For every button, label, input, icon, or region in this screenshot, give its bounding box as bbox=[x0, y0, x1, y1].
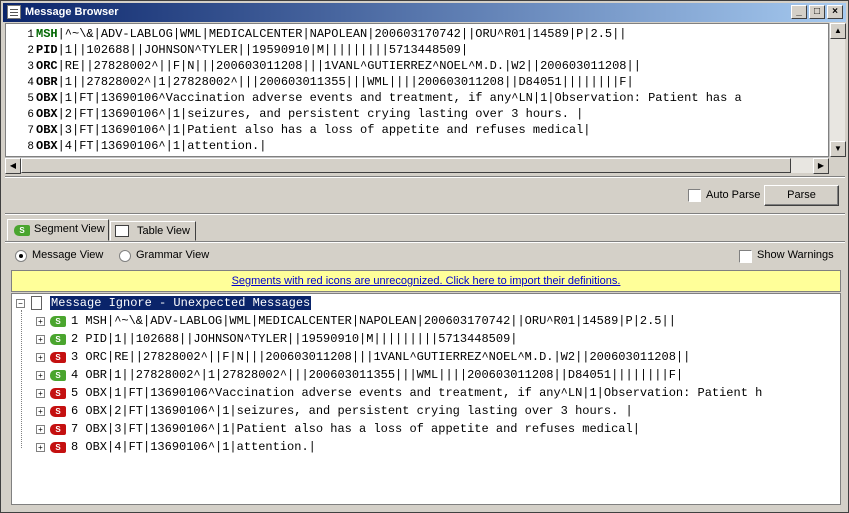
editor-vertical-scrollbar[interactable]: ▲ ▼ bbox=[829, 23, 846, 157]
segment-fields: |3|FT|13690106^|1|Patient also has a los… bbox=[57, 123, 591, 137]
segment-fields: |^~\&|ADV-LABLOG|WML|MEDICALCENTER|NAPOL… bbox=[57, 27, 627, 41]
tree-root[interactable]: Message Ignore - Unexpected Messages bbox=[50, 294, 312, 312]
segment-name: ORC bbox=[36, 59, 58, 73]
editor-line[interactable]: 5 OBX|1|FT|13690106^Vaccination adverse e… bbox=[6, 90, 742, 106]
tree-segment-row[interactable]: 4 OBR|1||27828002^|1|27828002^|||2006030… bbox=[71, 366, 683, 384]
expand-toggle-icon[interactable]: + bbox=[36, 317, 45, 326]
editor-line[interactable]: 7 OBX|3|FT|13690106^|1|Patient also has a… bbox=[6, 122, 591, 138]
segment-fields: |RE||27828002^||F|N|||200603011208|||1VA… bbox=[57, 59, 641, 73]
segment-view-icon: S bbox=[14, 225, 30, 236]
unrecognized-segment-icon: S bbox=[50, 424, 66, 435]
line-number: 3 bbox=[27, 61, 34, 73]
auto-parse-checkbox[interactable] bbox=[688, 189, 701, 202]
app-icon bbox=[7, 5, 21, 19]
unrecognized-segments-banner[interactable]: Segments with red icons are unrecognized… bbox=[11, 270, 841, 292]
close-button[interactable]: × bbox=[827, 5, 843, 19]
segment-name: OBR bbox=[36, 75, 58, 89]
segment-name: MSH bbox=[36, 27, 58, 41]
unrecognized-segment-icon: S bbox=[50, 352, 66, 363]
collapse-toggle-icon[interactable]: − bbox=[16, 299, 25, 308]
segment-name: OBX bbox=[36, 139, 58, 153]
parse-button-label: Parse bbox=[787, 189, 816, 201]
show-warnings-label: Show Warnings bbox=[757, 249, 834, 261]
parse-button[interactable]: Parse bbox=[764, 185, 839, 206]
line-number: 1 bbox=[27, 29, 34, 41]
unrecognized-segment-icon: S bbox=[50, 406, 66, 417]
message-document-icon bbox=[31, 296, 42, 310]
maximize-button[interactable]: □ bbox=[809, 5, 825, 19]
recognized-segment-icon: S bbox=[50, 316, 66, 327]
recognized-segment-icon: S bbox=[50, 334, 66, 345]
horizontal-scroll-thumb[interactable] bbox=[21, 158, 791, 173]
auto-parse-label: Auto Parse bbox=[706, 189, 761, 201]
tree-segment-row[interactable]: 1 MSH|^~\&|ADV-LABLOG|WML|MEDICALCENTER|… bbox=[71, 312, 676, 330]
tab-strip-line bbox=[5, 241, 845, 243]
message-view-label: Message View bbox=[32, 249, 104, 261]
expand-toggle-icon[interactable]: + bbox=[36, 425, 45, 434]
tree-guide-line bbox=[21, 310, 22, 448]
message-browser-window: Message Browser _ □ × 1 MSH|^~\&|ADV-LABL… bbox=[0, 0, 849, 513]
editor-line[interactable]: 4 OBR|1||27828002^|1|27828002^|||20060301… bbox=[6, 74, 634, 90]
line-number: 7 bbox=[27, 125, 34, 137]
grammar-view-label: Grammar View bbox=[136, 249, 210, 261]
table-view-icon bbox=[115, 225, 129, 237]
segment-fields: |2|FT|13690106^|1|seizures, and persiste… bbox=[57, 107, 584, 121]
segment-name: OBX bbox=[36, 107, 58, 121]
scroll-up-arrow-icon[interactable]: ▲ bbox=[830, 23, 846, 39]
tree-segment-row[interactable]: 2 PID|1||102688||JOHNSON^TYLER||19590910… bbox=[71, 330, 517, 348]
tree-segment-row[interactable]: 3 ORC|RE||27828002^||F|N|||200603011208|… bbox=[71, 348, 690, 366]
scroll-left-arrow-icon[interactable]: ◀ bbox=[5, 158, 21, 174]
expand-toggle-icon[interactable]: + bbox=[36, 443, 45, 452]
editor-line[interactable]: 8 OBX|4|FT|13690106^|1|attention.| bbox=[6, 138, 266, 154]
divider bbox=[5, 176, 845, 178]
segment-fields: |1||27828002^|1|27828002^|||200603011355… bbox=[57, 75, 634, 89]
unrecognized-segment-icon: S bbox=[50, 442, 66, 453]
tab-table-view-label: Table View bbox=[137, 225, 190, 237]
editor-horizontal-scrollbar[interactable]: ◀ ▶ bbox=[5, 157, 829, 174]
segment-tree[interactable]: − Message Ignore - Unexpected Messages +… bbox=[11, 293, 841, 505]
expand-toggle-icon[interactable]: + bbox=[36, 389, 45, 398]
recognized-segment-icon: S bbox=[50, 370, 66, 381]
tree-root-label: Message Ignore - Unexpected Messages bbox=[50, 296, 312, 310]
line-number: 2 bbox=[27, 45, 34, 57]
tree-segment-row[interactable]: 8 OBX|4|FT|13690106^|1|attention.| bbox=[71, 438, 316, 456]
expand-toggle-icon[interactable]: + bbox=[36, 353, 45, 362]
editor-line[interactable]: 1 MSH|^~\&|ADV-LABLOG|WML|MEDICALCENTER|N… bbox=[6, 26, 627, 42]
tree-segment-row[interactable]: 5 OBX|1|FT|13690106^Vaccination adverse … bbox=[71, 384, 762, 402]
segment-fields: |4|FT|13690106^|1|attention.| bbox=[57, 139, 267, 153]
tree-segment-row[interactable]: 7 OBX|3|FT|13690106^|1|Patient also has … bbox=[71, 420, 640, 438]
scroll-down-arrow-icon[interactable]: ▼ bbox=[830, 141, 846, 157]
segment-fields: |1||102688||JOHNSON^TYLER||19590910|M|||… bbox=[57, 43, 469, 57]
tree-segment-row[interactable]: 6 OBX|2|FT|13690106^|1|seizures, and per… bbox=[71, 402, 633, 420]
window-title: Message Browser bbox=[25, 6, 119, 18]
banner-link[interactable]: Segments with red icons are unrecognized… bbox=[232, 275, 621, 287]
line-number: 6 bbox=[27, 109, 34, 121]
grammar-view-radio[interactable] bbox=[119, 250, 131, 262]
minimize-button[interactable]: _ bbox=[791, 5, 807, 19]
expand-toggle-icon[interactable]: + bbox=[36, 371, 45, 380]
segment-name: OBX bbox=[36, 91, 58, 105]
segment-name: OBX bbox=[36, 123, 58, 137]
scroll-right-arrow-icon[interactable]: ▶ bbox=[813, 158, 829, 174]
show-warnings-checkbox[interactable] bbox=[739, 250, 752, 263]
expand-toggle-icon[interactable]: + bbox=[36, 335, 45, 344]
editor-line[interactable]: 2 PID|1||102688||JOHNSON^TYLER||19590910|… bbox=[6, 42, 468, 58]
tab-segment-view[interactable]: S Segment View bbox=[7, 219, 109, 241]
line-number: 8 bbox=[27, 141, 34, 153]
tab-table-view[interactable]: Table View bbox=[110, 221, 196, 241]
segment-fields: |1|FT|13690106^Vaccination adverse event… bbox=[57, 91, 742, 105]
expand-toggle-icon[interactable]: + bbox=[36, 407, 45, 416]
tab-segment-view-label: Segment View bbox=[34, 223, 105, 235]
message-view-radio[interactable] bbox=[15, 250, 27, 262]
title-bar[interactable]: Message Browser _ □ × bbox=[3, 3, 846, 22]
line-number: 5 bbox=[27, 93, 34, 105]
editor-line[interactable]: 6 OBX|2|FT|13690106^|1|seizures, and pers… bbox=[6, 106, 583, 122]
line-number: 4 bbox=[27, 77, 34, 89]
message-text-editor[interactable]: 1 MSH|^~\&|ADV-LABLOG|WML|MEDICALCENTER|N… bbox=[5, 23, 829, 157]
splitter[interactable] bbox=[5, 213, 845, 215]
segment-name: PID bbox=[36, 43, 58, 57]
editor-line[interactable]: 3 ORC|RE||27828002^||F|N|||200603011208||… bbox=[6, 58, 641, 74]
unrecognized-segment-icon: S bbox=[50, 388, 66, 399]
